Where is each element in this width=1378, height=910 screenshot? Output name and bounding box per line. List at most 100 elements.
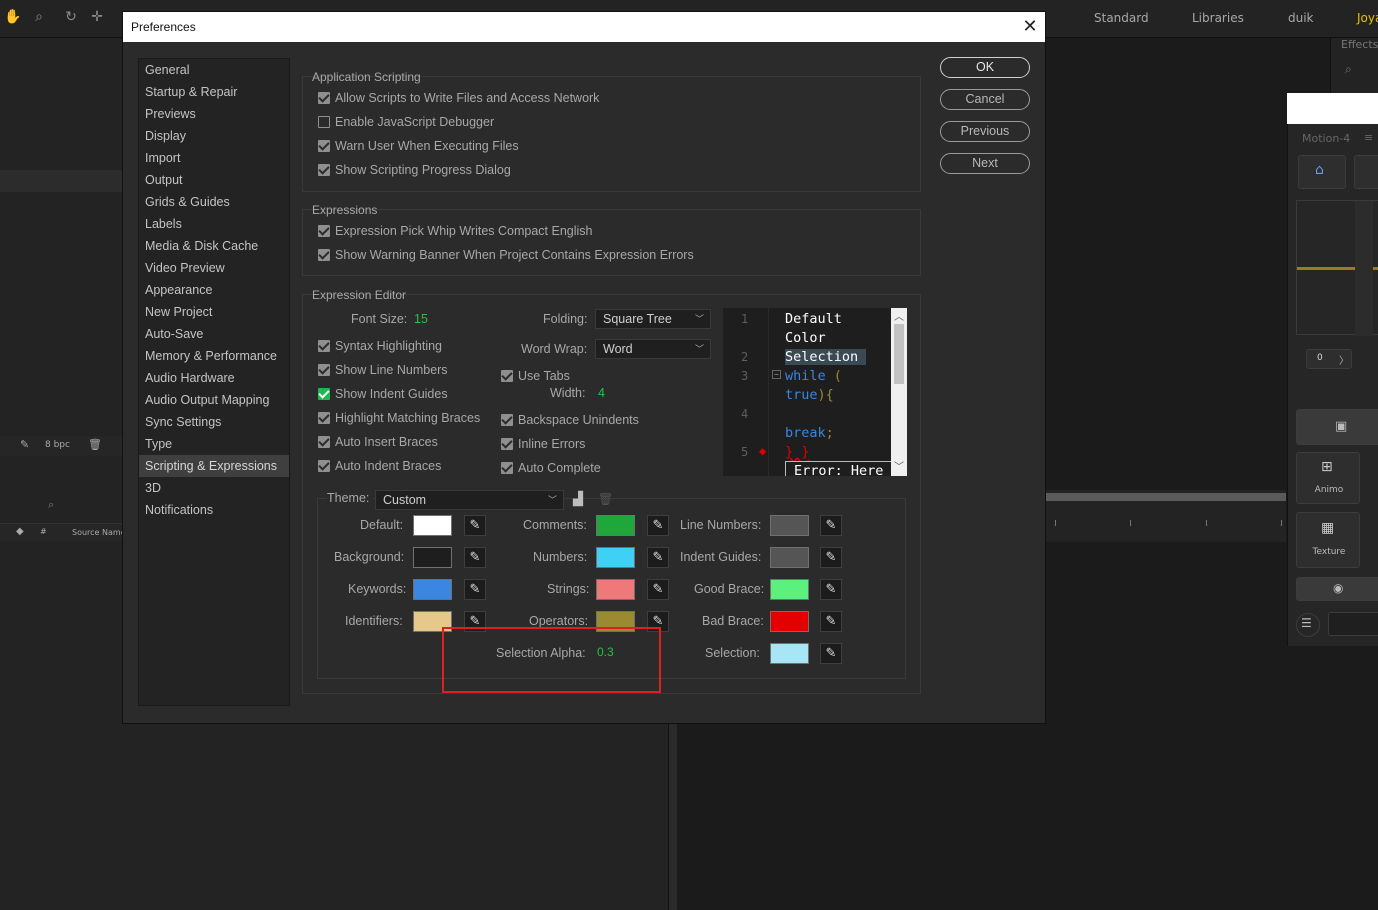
scrollbar-thumb[interactable] [894, 324, 904, 384]
dialog-titlebar[interactable]: Preferences ✕ [123, 12, 1045, 42]
category-type[interactable]: Type [139, 433, 289, 455]
comments-eyedropper-icon[interactable]: ✎ [647, 515, 669, 536]
eye-button[interactable]: ◉ [1296, 577, 1378, 601]
line-numbers-color-swatch[interactable] [770, 515, 809, 536]
show-line-numbers-checkbox[interactable] [318, 364, 330, 376]
use-tabs-label[interactable]: Use Tabs [518, 369, 570, 383]
category-display[interactable]: Display [139, 125, 289, 147]
width-value[interactable]: 4 [598, 386, 605, 400]
keywords-eyedropper-icon[interactable]: ✎ [464, 579, 486, 600]
syntax-highlighting-label[interactable]: Syntax Highlighting [335, 339, 442, 353]
indent-guides-color-swatch[interactable] [770, 547, 809, 568]
secondary-button[interactable] [1354, 155, 1378, 189]
strings-eyedropper-icon[interactable]: ✎ [647, 579, 669, 600]
selection-color-swatch[interactable] [770, 643, 809, 664]
code-preview-scrollbar[interactable]: ︿ ﹀ [891, 308, 907, 476]
use-tabs-checkbox[interactable] [501, 370, 513, 382]
close-icon[interactable]: ✕ [1018, 14, 1042, 40]
auto-insert-braces-checkbox[interactable] [318, 436, 330, 448]
rotate-tool-icon[interactable]: ↻ [62, 8, 80, 26]
default-eyedropper-icon[interactable]: ✎ [464, 515, 486, 536]
auto-complete-checkbox[interactable] [501, 462, 513, 474]
default-color-swatch[interactable] [413, 515, 452, 536]
zoom-tool-icon[interactable]: ⌕ [30, 8, 48, 26]
enable-debugger-checkbox[interactable] [318, 116, 330, 128]
texture-button[interactable]: ▦ Texture [1296, 512, 1360, 568]
category-sync-settings[interactable]: Sync Settings [139, 411, 289, 433]
category-previews[interactable]: Previews [139, 103, 289, 125]
category-notifications[interactable]: Notifications [139, 499, 289, 521]
auto-insert-braces-label[interactable]: Auto Insert Braces [335, 435, 438, 449]
word-wrap-dropdown[interactable]: Word ﹀ [595, 339, 711, 359]
save-theme-icon[interactable]: ▟ [573, 492, 583, 507]
next-button[interactable]: Next [940, 153, 1030, 174]
home-button[interactable]: ⌂ [1298, 155, 1346, 189]
category-scripting-expressions[interactable]: Scripting & Expressions [139, 455, 289, 477]
highlight-braces-label[interactable]: Highlight Matching Braces [335, 411, 480, 425]
workspace-tab-libraries[interactable]: Libraries [1192, 11, 1244, 25]
stepper[interactable]: 0 〉 [1306, 349, 1352, 369]
layout-button[interactable]: ▣ [1296, 409, 1378, 445]
delete-theme-icon[interactable]: 🗑 [598, 492, 613, 506]
flowchart-icon[interactable]: ✎ [20, 438, 29, 451]
good-brace-eyedropper-icon[interactable]: ✎ [820, 579, 842, 600]
folding-dropdown[interactable]: Square Tree ﹀ [595, 309, 711, 329]
motion-input[interactable] [1328, 612, 1378, 636]
line-numbers-eyedropper-icon[interactable]: ✎ [820, 515, 842, 536]
fold-toggle-icon[interactable]: − [772, 370, 781, 379]
warning-banner-checkbox[interactable] [318, 249, 330, 261]
backspace-unindents-checkbox[interactable] [501, 414, 513, 426]
trash-icon[interactable]: 🗑 [88, 438, 102, 451]
effects-search-icon[interactable]: ⌕ [1345, 62, 1352, 77]
move-tool-icon[interactable]: ✛ [88, 8, 106, 26]
chevron-down-icon[interactable]: ﹀ [894, 458, 904, 473]
allow-scripts-checkbox[interactable] [318, 92, 330, 104]
hand-tool-icon[interactable]: ✋ [4, 8, 22, 26]
workspace-tab-duik[interactable]: duik [1288, 11, 1314, 25]
category-auto-save[interactable]: Auto-Save [139, 323, 289, 345]
category-media-disk-cache[interactable]: Media & Disk Cache [139, 235, 289, 257]
category-labels[interactable]: Labels [139, 213, 289, 235]
good-brace-color-swatch[interactable] [770, 579, 809, 600]
highlight-braces-checkbox[interactable] [318, 412, 330, 424]
syntax-highlighting-checkbox[interactable] [318, 340, 330, 352]
strings-color-swatch[interactable] [596, 579, 635, 600]
previous-button[interactable]: Previous [940, 121, 1030, 142]
stepper-value[interactable]: 0 [1317, 353, 1323, 363]
panel-menu-icon[interactable]: ≡ [1364, 131, 1373, 144]
stepper-arrow-icon[interactable]: 〉 [1339, 352, 1349, 367]
category-3d[interactable]: 3D [139, 477, 289, 499]
source-name-header[interactable]: Source Name [72, 528, 122, 537]
effects-panel-title[interactable]: Effects [1341, 38, 1378, 51]
category-audio-output-mapping[interactable]: Audio Output Mapping [139, 389, 289, 411]
warn-executing-label[interactable]: Warn User When Executing Files [335, 139, 519, 153]
indent-guides-eyedropper-icon[interactable]: ✎ [820, 547, 842, 568]
category-output[interactable]: Output [139, 169, 289, 191]
category-audio-hardware[interactable]: Audio Hardware [139, 367, 289, 389]
code-preview[interactable]: 1 2 3 4 5 ◆ Default Color Selection − wh… [723, 308, 907, 476]
settings-button[interactable]: ☰ [1296, 613, 1320, 637]
show-progress-checkbox[interactable] [318, 164, 330, 176]
work-area-bar[interactable] [1046, 493, 1286, 501]
ok-button[interactable]: OK [940, 57, 1030, 78]
category-appearance[interactable]: Appearance [139, 279, 289, 301]
backspace-unindents-label[interactable]: Backspace Unindents [518, 413, 639, 427]
auto-indent-braces-checkbox[interactable] [318, 460, 330, 472]
show-progress-label[interactable]: Show Scripting Progress Dialog [335, 163, 511, 177]
pick-whip-compact-checkbox[interactable] [318, 225, 330, 237]
background-color-swatch[interactable] [413, 547, 452, 568]
theme-dropdown[interactable]: Custom ﹀ [375, 490, 564, 510]
bad-brace-color-swatch[interactable] [770, 611, 809, 632]
bit-depth-label[interactable]: 8 bpc [45, 440, 70, 450]
font-size-value[interactable]: 15 [414, 312, 428, 326]
category-video-preview[interactable]: Video Preview [139, 257, 289, 279]
allow-scripts-label[interactable]: Allow Scripts to Write Files and Access … [335, 91, 599, 105]
show-line-numbers-label[interactable]: Show Line Numbers [335, 363, 448, 377]
inline-errors-label[interactable]: Inline Errors [518, 437, 585, 451]
animo-button[interactable]: ⊞ Animo [1296, 452, 1360, 504]
graph-scroll[interactable] [1355, 201, 1373, 336]
numbers-eyedropper-icon[interactable]: ✎ [647, 547, 669, 568]
category-grids-guides[interactable]: Grids & Guides [139, 191, 289, 213]
warning-banner-label[interactable]: Show Warning Banner When Project Contain… [335, 248, 694, 262]
workspace-tab-joya[interactable]: Joya [1357, 11, 1378, 25]
